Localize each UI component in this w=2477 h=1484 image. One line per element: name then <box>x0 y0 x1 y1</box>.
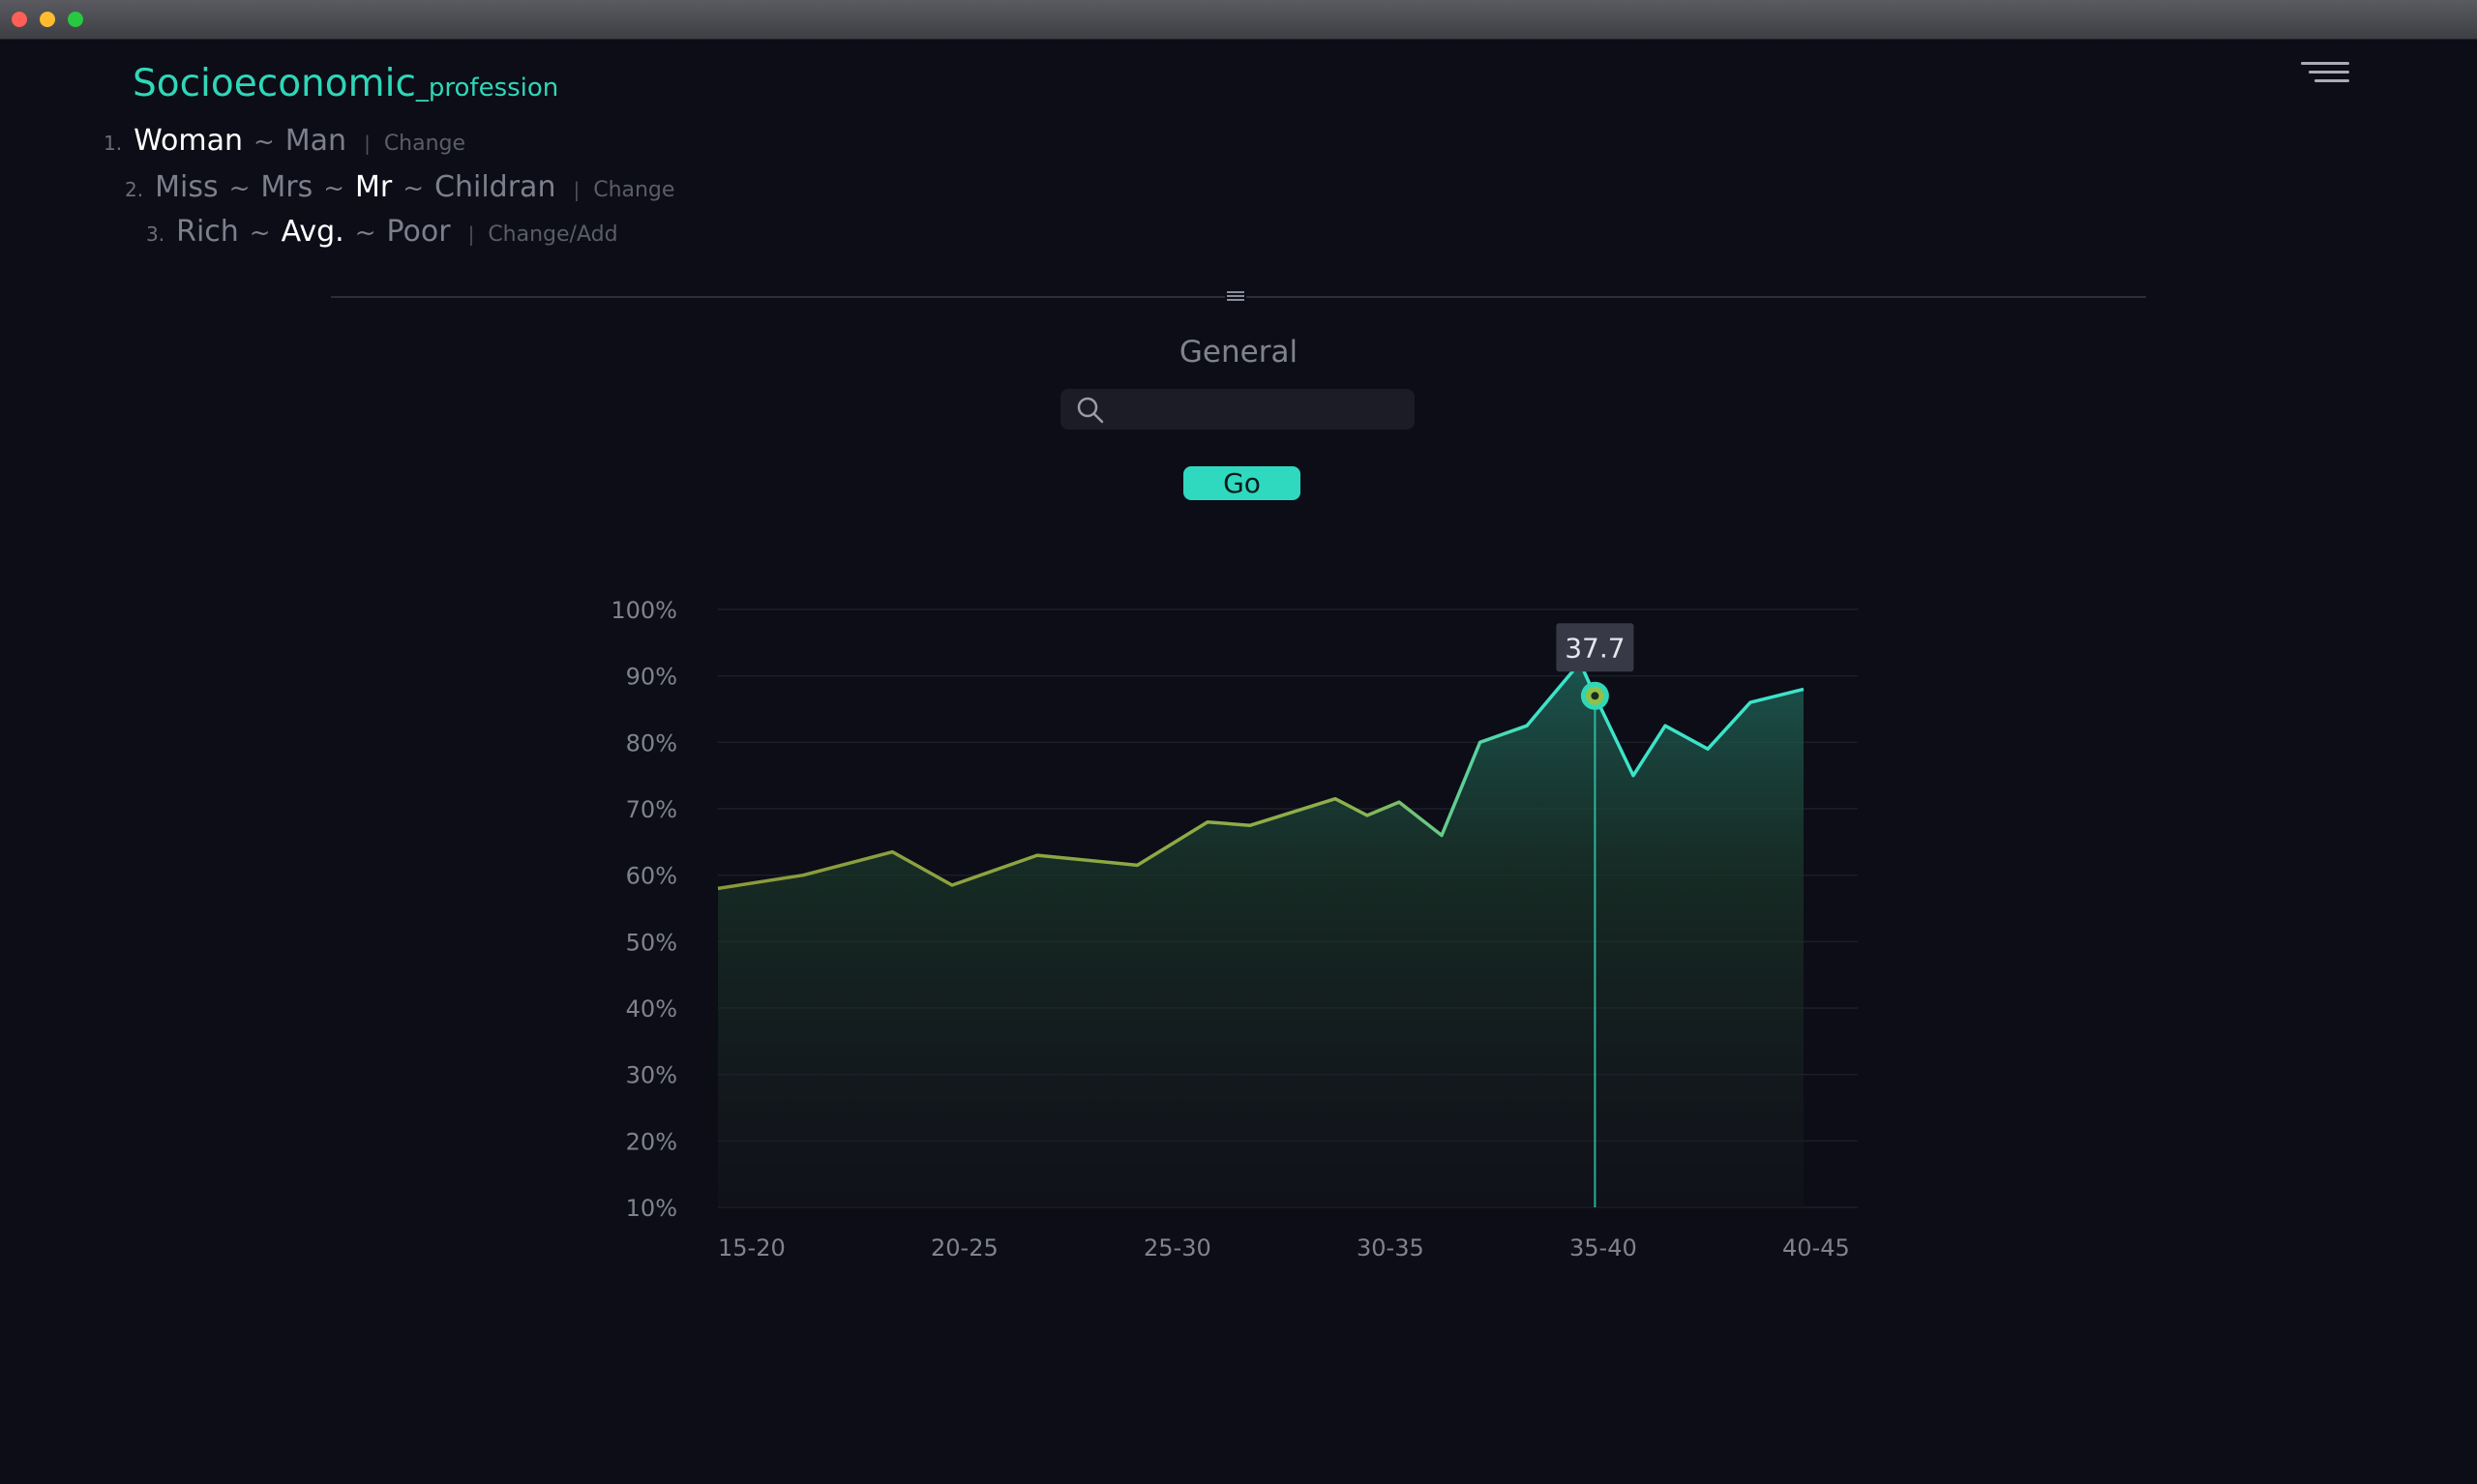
x-tick-label: 35-40 <box>1569 1234 1637 1261</box>
y-tick-label: 70% <box>626 796 677 823</box>
x-tick-label: 15-20 <box>718 1234 786 1261</box>
y-tick-label: 30% <box>626 1062 677 1089</box>
y-tick-label: 90% <box>626 664 677 691</box>
x-tick-label: 40-45 <box>1782 1234 1850 1261</box>
y-tick-label: 60% <box>626 863 677 890</box>
tooltip-value: 37.7 <box>1565 632 1625 664</box>
y-tick-label: 80% <box>626 729 677 757</box>
y-tick-label: 20% <box>626 1128 677 1155</box>
y-tick-label: 50% <box>626 929 677 956</box>
y-tick-label: 40% <box>626 995 677 1023</box>
area-chart: 10% 20% 30% 40% 50% 60% 70% 80% 90% 100% 15-20 20-2… <box>611 597 1858 1261</box>
x-tick-label: 30-35 <box>1357 1234 1424 1261</box>
y-tick-label: 100% <box>611 597 677 624</box>
x-tick-label: 20-25 <box>931 1234 999 1261</box>
x-tick-label: 25-30 <box>1144 1234 1211 1261</box>
series-area-fill <box>718 662 1804 1207</box>
y-tick-label: 10% <box>626 1195 677 1222</box>
highlight-point-center <box>1591 692 1599 700</box>
